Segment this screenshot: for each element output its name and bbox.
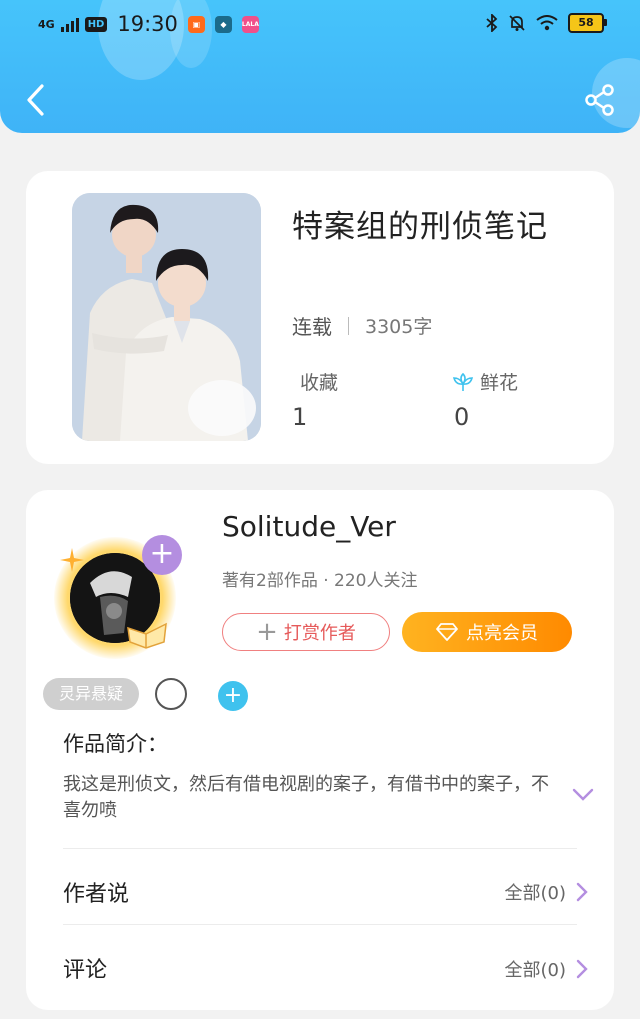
- author-notes-title: 作者说: [63, 882, 130, 907]
- orange-app-icon: ▣: [187, 15, 205, 33]
- reward-author-button[interactable]: + 打赏作者: [222, 613, 390, 651]
- diamond-icon: [436, 623, 458, 641]
- intro-text: 我这是刑侦文，然后有借电视剧的案子，有借书中的案子，不喜勿喷: [63, 774, 549, 821]
- comments-all-label: 全部(0): [504, 960, 567, 981]
- chevron-right-icon: [576, 882, 588, 902]
- blue-app-icon: ◆: [214, 15, 232, 33]
- chevron-right-icon: [576, 959, 588, 979]
- author-name[interactable]: Solitude_Ver: [222, 510, 396, 543]
- flowers-label: 鲜花: [480, 372, 519, 394]
- pink-app-icon: LALA: [241, 15, 259, 33]
- vip-button[interactable]: 点亮会员: [402, 612, 572, 652]
- add-tag-button[interactable]: +: [218, 681, 248, 711]
- intro-title: 作品简介：: [63, 732, 168, 756]
- wifi-icon: [536, 15, 558, 31]
- serial-status: 连载: [292, 315, 332, 339]
- header-bar: 4G HD 19:30 ▣ ◆ LALA 58: [0, 0, 640, 133]
- network-type: 4G: [38, 17, 55, 31]
- divider: [348, 316, 349, 335]
- sparkle-icon: [60, 548, 84, 572]
- vip-label: 点亮会员: [466, 623, 538, 644]
- back-button[interactable]: [22, 82, 52, 118]
- flowers-count: 0: [454, 403, 470, 431]
- divider: [63, 848, 577, 849]
- book-cover-image[interactable]: [72, 193, 261, 441]
- book-info-card: 特案组的刑侦笔记 连载 3305字 收藏 1 鲜花 0: [26, 171, 614, 464]
- chevron-down-icon[interactable]: [572, 788, 594, 802]
- author-notes-all-label: 全部(0): [504, 883, 567, 904]
- author-meta: 著有2部作品 · 220人关注: [222, 571, 418, 591]
- battery-indicator: 58: [568, 13, 607, 33]
- mute-bell-icon: [509, 15, 525, 31]
- word-count: 3305字: [365, 316, 433, 338]
- tag-toggle[interactable]: [155, 678, 187, 710]
- flower-icon: [452, 372, 474, 391]
- follow-author-button[interactable]: +: [142, 535, 182, 575]
- divider: [63, 924, 577, 925]
- genre-tag[interactable]: 灵异悬疑: [43, 678, 139, 710]
- book-status-row: 连载 3305字: [292, 311, 432, 340]
- author-card: + Solitude_Ver 著有2部作品 · 220人关注 + 打赏作者 点亮…: [26, 490, 614, 1010]
- book-decoration-icon: [127, 622, 167, 649]
- bluetooth-icon: [486, 14, 498, 32]
- book-title: 特案组的刑侦笔记: [292, 209, 548, 245]
- cover-illustration: [72, 193, 261, 441]
- plus-icon: +: [256, 617, 278, 647]
- favorites-count: 1: [292, 403, 308, 431]
- favorites-label: 收藏: [300, 372, 339, 394]
- clock: 19:30: [117, 12, 178, 36]
- signal-icon: [60, 16, 79, 32]
- hd-badge: HD: [84, 16, 108, 32]
- author-notes-all-link[interactable]: 全部(0): [505, 879, 589, 905]
- comments-title: 评论: [63, 958, 108, 983]
- share-button[interactable]: [584, 84, 616, 116]
- status-bar: 4G HD 19:30 ▣ ◆ LALA 58: [0, 0, 640, 50]
- flowers-stat[interactable]: 鲜花: [452, 368, 518, 395]
- comments-all-link[interactable]: 全部(0): [505, 956, 589, 982]
- reward-label: 打赏作者: [283, 623, 356, 644]
